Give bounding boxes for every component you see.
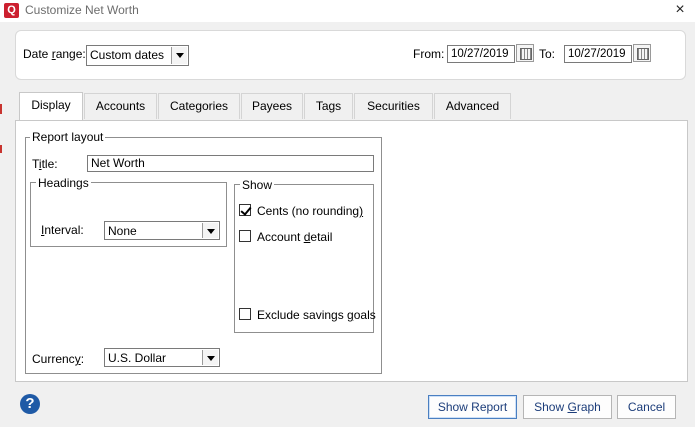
date-range-label: Date range:: [23, 47, 86, 61]
close-icon[interactable]: ×: [669, 1, 691, 21]
edge-mark: [0, 145, 2, 153]
from-date-input[interactable]: 10/27/2019: [447, 45, 515, 63]
to-label: To:: [539, 47, 556, 61]
title-label: Title:: [32, 157, 58, 171]
cancel-button[interactable]: Cancel: [617, 395, 676, 419]
tab-advanced[interactable]: Advanced: [434, 93, 511, 119]
interval-value: None: [108, 224, 137, 238]
tab-tags[interactable]: Tags: [304, 93, 353, 119]
account-detail-label: Account detail: [257, 230, 333, 244]
cents-label: Cents (no rounding): [257, 204, 364, 218]
chevron-down-icon[interactable]: [202, 350, 218, 365]
show-report-button[interactable]: Show Report: [428, 395, 517, 419]
interval-label: Interval:: [41, 223, 84, 237]
title-input[interactable]: Net Worth: [87, 155, 374, 172]
edge-mark: [0, 104, 2, 114]
account-detail-checkbox[interactable]: [239, 230, 251, 242]
calendar-icon[interactable]: [516, 44, 534, 62]
date-range-value: Custom dates: [90, 48, 165, 62]
exclude-savings-goals-checkbox[interactable]: [239, 308, 251, 320]
headings-label: Headings: [36, 176, 91, 190]
cents-checkbox[interactable]: [239, 204, 251, 216]
window-title: Customize Net Worth: [25, 3, 139, 17]
interval-select[interactable]: None: [104, 221, 220, 240]
left-edge: [0, 22, 4, 427]
tab-accounts[interactable]: Accounts: [84, 93, 157, 119]
tab-display[interactable]: Display: [19, 92, 83, 121]
chevron-down-icon[interactable]: [171, 47, 187, 64]
show-label: Show: [240, 178, 275, 192]
report-layout-label: Report layout: [30, 130, 106, 144]
app-logo-icon: Q: [4, 3, 19, 18]
show-graph-button[interactable]: Show Graph: [523, 395, 612, 419]
currency-label: Currency:: [32, 352, 85, 366]
help-icon[interactable]: ?: [20, 394, 40, 414]
date-range-select[interactable]: Custom dates: [86, 45, 189, 66]
from-label: From:: [413, 47, 445, 61]
calendar-icon[interactable]: [633, 44, 651, 62]
to-date-input[interactable]: 10/27/2019: [564, 45, 632, 63]
tab-securities[interactable]: Securities: [354, 93, 433, 119]
currency-select[interactable]: U.S. Dollar: [104, 348, 220, 367]
chevron-down-icon[interactable]: [202, 223, 218, 238]
tab-categories[interactable]: Categories: [158, 93, 240, 119]
title-bar: Q Customize Net Worth ×: [0, 0, 695, 22]
exclude-savings-goals-label: Exclude savings goals: [257, 308, 376, 322]
currency-value: U.S. Dollar: [108, 351, 167, 365]
tab-payees[interactable]: Payees: [241, 93, 303, 119]
